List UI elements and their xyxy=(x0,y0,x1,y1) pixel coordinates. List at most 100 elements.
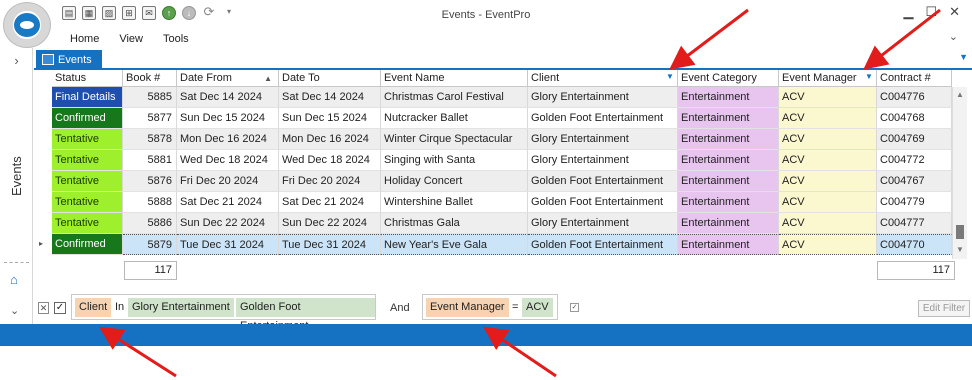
table-row[interactable]: Confirmed 5877 Sun Dec 15 2024 Sun Dec 15 2… xyxy=(34,108,952,129)
cell-manager[interactable]: ACV xyxy=(779,234,877,255)
filter-icon[interactable]: ▼ xyxy=(666,73,674,81)
header-event-name[interactable]: Event Name xyxy=(381,70,528,87)
cell-event-name[interactable]: Holiday Concert xyxy=(381,171,528,192)
filter-operator-equals[interactable]: = xyxy=(508,298,522,317)
cell-event-name[interactable]: Christmas Carol Festival xyxy=(381,87,528,108)
filter-icon[interactable]: ▼ xyxy=(865,73,873,81)
cell-book[interactable]: 5877 xyxy=(123,108,177,129)
menu-view[interactable]: View xyxy=(119,33,143,45)
cell-manager[interactable]: ACV xyxy=(779,213,877,234)
header-contract[interactable]: Contract # xyxy=(877,70,952,87)
header-status[interactable]: Status xyxy=(52,70,123,87)
cell-manager[interactable]: ACV xyxy=(779,150,877,171)
cell-manager[interactable]: ACV xyxy=(779,129,877,150)
cell-event-name[interactable]: Nutcracker Ballet xyxy=(381,108,528,129)
cell-book[interactable]: 5888 xyxy=(123,192,177,213)
cell-manager[interactable]: ACV xyxy=(779,87,877,108)
filter-operator-in[interactable]: In xyxy=(111,298,128,317)
header-event-category[interactable]: Event Category xyxy=(678,70,779,87)
scroll-down-icon[interactable]: ▼ xyxy=(956,245,964,254)
table-row[interactable]: Tentative 5886 Sun Dec 22 2024 Sun Dec 22 2… xyxy=(34,213,952,234)
enable-filter-checkbox[interactable]: ✓ xyxy=(54,302,66,314)
cell-client[interactable]: Golden Foot Entertainment xyxy=(528,108,678,129)
cell-contract[interactable]: C004768 xyxy=(877,108,952,129)
tab-events[interactable]: Events xyxy=(36,50,102,70)
cell-date-to[interactable]: Sat Dec 21 2024 xyxy=(279,192,381,213)
cell-contract[interactable]: C004776 xyxy=(877,87,952,108)
nav-events-label[interactable]: Events xyxy=(9,146,24,196)
cell-book[interactable]: 5886 xyxy=(123,213,177,234)
cell-date-to[interactable]: Fri Dec 20 2024 xyxy=(279,171,381,192)
cell-date-from[interactable]: Sat Dec 14 2024 xyxy=(177,87,279,108)
cell-status[interactable]: Confirmed xyxy=(52,108,123,129)
menu-tools[interactable]: Tools xyxy=(163,33,189,45)
cell-contract[interactable]: C004770 xyxy=(877,234,952,255)
cell-event-name[interactable]: Winter Cirque Spectacular xyxy=(381,129,528,150)
cell-status[interactable]: Final Details xyxy=(52,87,123,108)
filter-value-glory[interactable]: Glory Entertainment xyxy=(128,298,234,317)
menu-home[interactable]: Home xyxy=(70,33,99,45)
cell-date-to[interactable]: Sun Dec 15 2024 xyxy=(279,108,381,129)
cell-client[interactable]: Glory Entertainment xyxy=(528,213,678,234)
expand-nav-icon[interactable]: › xyxy=(0,48,33,74)
cell-event-name[interactable]: Wintershine Ballet xyxy=(381,192,528,213)
cell-date-from[interactable]: Wed Dec 18 2024 xyxy=(177,150,279,171)
cell-book[interactable]: 5885 xyxy=(123,87,177,108)
cell-date-to[interactable]: Wed Dec 18 2024 xyxy=(279,150,381,171)
cell-date-from[interactable]: Mon Dec 16 2024 xyxy=(177,129,279,150)
cell-book[interactable]: 5876 xyxy=(123,171,177,192)
cell-manager[interactable]: ACV xyxy=(779,192,877,213)
cell-book[interactable]: 5879 xyxy=(123,234,177,255)
cell-date-to[interactable]: Sun Dec 22 2024 xyxy=(279,213,381,234)
cell-category[interactable]: Entertainment xyxy=(678,108,779,129)
header-event-manager[interactable]: Event Manager ▼ xyxy=(779,70,877,87)
header-book[interactable]: Book # xyxy=(123,70,177,87)
cell-status[interactable]: Tentative xyxy=(52,171,123,192)
filter-value-golden-foot[interactable]: Golden Foot Entertainment xyxy=(236,298,375,332)
table-row[interactable]: Tentative 5878 Mon Dec 16 2024 Mon Dec 16 2… xyxy=(34,129,952,150)
cell-contract[interactable]: C004777 xyxy=(877,213,952,234)
cell-event-name[interactable]: Christmas Gala xyxy=(381,213,528,234)
cell-category[interactable]: Entertainment xyxy=(678,234,779,255)
home-icon[interactable]: ⌂ xyxy=(10,273,24,286)
header-client[interactable]: Client ▼ xyxy=(528,70,678,87)
cell-client[interactable]: Golden Foot Entertainment xyxy=(528,234,678,255)
cell-date-from[interactable]: Sat Dec 21 2024 xyxy=(177,192,279,213)
filter-condition-checkbox[interactable]: ✓ xyxy=(570,303,579,312)
cell-category[interactable]: Entertainment xyxy=(678,87,779,108)
close-icon[interactable]: ✕ xyxy=(949,4,960,20)
table-row[interactable]: ▸ Confirmed 5879 Tue Dec 31 2024 Tue Dec 31 … xyxy=(34,234,952,255)
filter-join-and[interactable]: And xyxy=(390,302,410,314)
table-row[interactable]: Final Details 5885 Sat Dec 14 2024 Sat Dec … xyxy=(34,87,952,108)
cell-book[interactable]: 5881 xyxy=(123,150,177,171)
cell-client[interactable]: Golden Foot Entertainment xyxy=(528,171,678,192)
cell-client[interactable]: Golden Foot Entertainment xyxy=(528,192,678,213)
tab-dropdown-icon[interactable]: ▼ xyxy=(959,52,968,62)
header-date-to[interactable]: Date To xyxy=(279,70,381,87)
cell-event-name[interactable]: New Year's Eve Gala xyxy=(381,234,528,255)
clear-filter-icon[interactable]: ✕ xyxy=(38,302,49,314)
cell-status[interactable]: Tentative xyxy=(52,192,123,213)
table-row[interactable]: Tentative 5881 Wed Dec 18 2024 Wed Dec 18 2… xyxy=(34,150,952,171)
cell-status[interactable]: Tentative xyxy=(52,150,123,171)
cell-client[interactable]: Glory Entertainment xyxy=(528,150,678,171)
cell-date-from[interactable]: Sun Dec 15 2024 xyxy=(177,108,279,129)
cell-contract[interactable]: C004767 xyxy=(877,171,952,192)
chevron-down-icon[interactable]: ⌄ xyxy=(949,30,958,43)
cell-manager[interactable]: ACV xyxy=(779,171,877,192)
cell-contract[interactable]: C004772 xyxy=(877,150,952,171)
cell-date-to[interactable]: Sat Dec 14 2024 xyxy=(279,87,381,108)
cell-date-from[interactable]: Fri Dec 20 2024 xyxy=(177,171,279,192)
cell-manager[interactable]: ACV xyxy=(779,108,877,129)
cell-date-from[interactable]: Tue Dec 31 2024 xyxy=(177,234,279,255)
filter-value-acv[interactable]: ACV xyxy=(522,298,553,317)
cell-status[interactable]: Tentative xyxy=(52,213,123,234)
scroll-up-icon[interactable]: ▲ xyxy=(956,90,964,99)
cell-date-from[interactable]: Sun Dec 22 2024 xyxy=(177,213,279,234)
cell-status[interactable]: Tentative xyxy=(52,129,123,150)
table-row[interactable]: Tentative 5876 Fri Dec 20 2024 Fri Dec 20 2… xyxy=(34,171,952,192)
filter-field-client[interactable]: Client xyxy=(75,298,112,317)
filter-field-event-manager[interactable]: Event Manager xyxy=(426,298,509,317)
cell-category[interactable]: Entertainment xyxy=(678,150,779,171)
cell-category[interactable]: Entertainment xyxy=(678,129,779,150)
